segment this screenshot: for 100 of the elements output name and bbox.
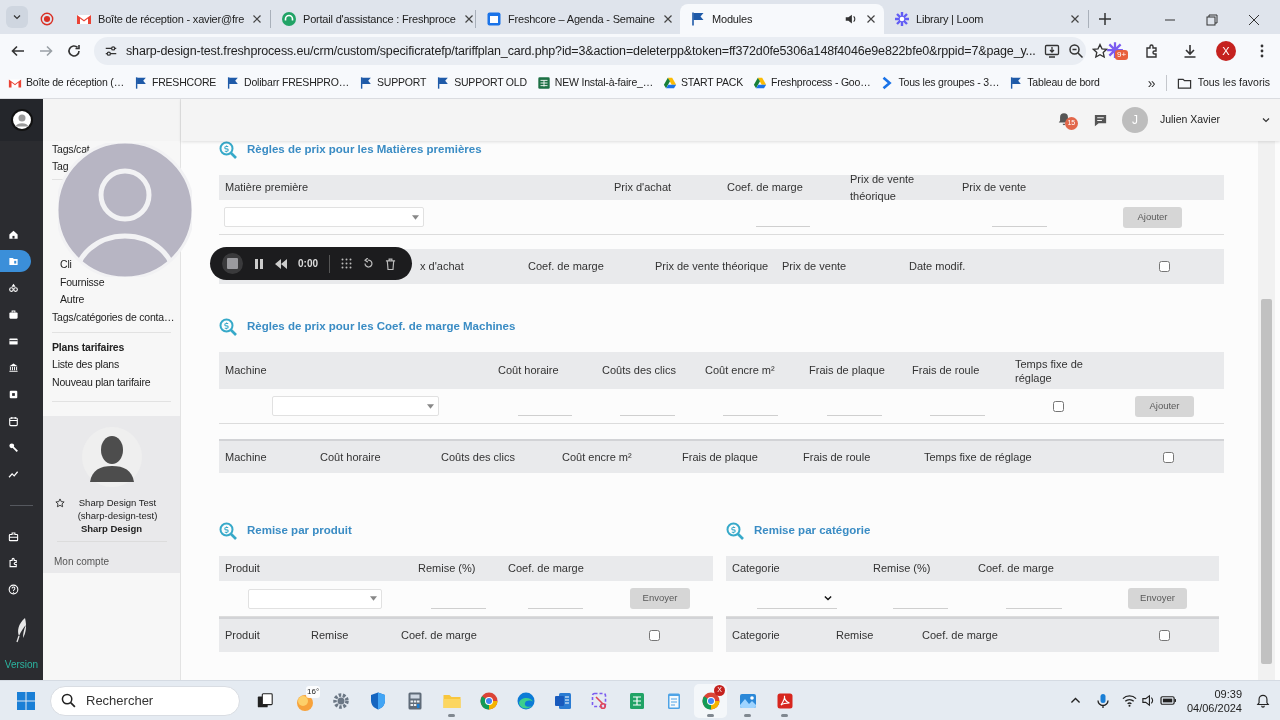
column-header: Coût horaire <box>320 449 382 465</box>
pause-icon[interactable] <box>254 258 264 269</box>
section-title: Remise par produit <box>247 523 352 539</box>
toolbox-icon <box>8 530 19 542</box>
puzzle-icon[interactable] <box>1144 43 1160 59</box>
column-header: Frais de roule <box>912 363 981 379</box>
clock-date[interactable]: 04/06/2024 <box>1186 700 1242 715</box>
stop-button[interactable] <box>222 253 243 274</box>
bookmark[interactable]: SUPPORT <box>359 75 427 91</box>
column-header: Coûts des clics <box>602 363 677 379</box>
help-icon <box>8 584 19 596</box>
rail-folder-button[interactable] <box>0 250 31 273</box>
record-icon[interactable] <box>40 12 54 26</box>
new-tab-icon[interactable] <box>1097 11 1113 27</box>
chat-icon[interactable] <box>1092 112 1108 128</box>
close-icon[interactable] <box>1248 14 1260 26</box>
trash-icon[interactable] <box>385 257 396 270</box>
column-header: Coût horaire <box>498 363 560 379</box>
user-name[interactable]: Julien Xavier <box>1159 112 1220 128</box>
extension-icon[interactable] <box>1106 41 1124 59</box>
bookmark[interactable]: FRESHCORE <box>133 75 217 91</box>
menu-item[interactable]: Liste des plans <box>52 356 120 374</box>
loom-icon <box>894 11 910 27</box>
caret-icon <box>412 214 419 220</box>
reload-icon[interactable] <box>66 43 82 59</box>
browser-tab[interactable]: Portail d'assistance : Freshproce <box>271 4 475 34</box>
column-header: Coût encre m² <box>562 449 633 465</box>
caret-icon <box>427 403 434 409</box>
browser-tab[interactable]: Library | Loom <box>884 4 1088 34</box>
menu-item[interactable]: Autre <box>60 291 85 309</box>
volume-icon[interactable] <box>1140 693 1156 708</box>
chevron-down-icon <box>823 593 833 603</box>
bookmark[interactable]: Boîte de réception (… <box>8 75 124 91</box>
tab-search-button[interactable] <box>6 6 28 28</box>
menu-item[interactable]: Tag <box>52 158 69 175</box>
bookmark[interactable]: Tous les groupes - 3… <box>880 75 1000 91</box>
column-header: Remise <box>836 628 875 644</box>
battery-icon[interactable] <box>1159 693 1177 708</box>
column-header: Coût encre m² <box>705 363 776 379</box>
menu-item[interactable]: Nouveau plan tarifaire <box>52 373 151 391</box>
column-header: Produit <box>225 628 261 644</box>
notification-bell-icon[interactable] <box>1256 693 1270 708</box>
checkbox[interactable] <box>649 630 660 641</box>
column-header: Frais de roule <box>803 449 872 465</box>
version-label: Version <box>3 657 40 672</box>
star-icon[interactable] <box>1091 43 1108 59</box>
more-bookmarks-button[interactable]: » <box>1147 72 1156 94</box>
profile-button[interactable]: X <box>1216 41 1236 61</box>
menu-item[interactable]: Cli <box>60 256 72 274</box>
weather-widget[interactable]: 16° <box>294 687 320 714</box>
grid-dots-icon[interactable] <box>341 258 352 269</box>
all-bookmarks-button[interactable]: Tous les favoris <box>1176 75 1270 91</box>
restore-icon[interactable] <box>1206 14 1218 26</box>
bookmark[interactable]: Dolibarr FRESHPRO… <box>226 75 349 91</box>
scrollbar[interactable] <box>1258 141 1275 680</box>
bookmark[interactable]: SUPPORT OLD <box>436 75 527 91</box>
bookmark[interactable]: START PACK <box>662 75 743 91</box>
clock-time[interactable]: 09:39 <box>1214 686 1242 701</box>
menu-item[interactable]: Tags/catégories de conta… <box>52 308 175 326</box>
column-header: Temps fixe de réglage <box>1015 356 1084 385</box>
rewind-icon[interactable] <box>275 258 287 269</box>
calendar-icon <box>8 415 19 427</box>
microphone-icon[interactable] <box>1095 692 1110 709</box>
calendar-icon <box>486 11 502 27</box>
search-field[interactable]: Rechercher <box>50 685 240 716</box>
user-avatar-icon[interactable] <box>10 109 33 131</box>
bookmark[interactable]: Tableau de bord <box>1009 75 1100 91</box>
task-view-icon[interactable] <box>256 691 274 710</box>
zoom-icon[interactable] <box>1067 43 1084 59</box>
start-icon[interactable] <box>16 690 36 711</box>
checkbox[interactable] <box>1159 261 1170 272</box>
checkbox[interactable] <box>1163 451 1174 463</box>
menu-item[interactable]: Fournisse <box>60 273 105 291</box>
account-link[interactable]: Mon compte <box>54 554 110 569</box>
checkbox[interactable] <box>1053 400 1064 412</box>
browser-tab[interactable]: Modules <box>680 4 884 34</box>
extension-count: 9+ <box>1115 50 1129 60</box>
column-header: Coef. de marge <box>978 561 1055 577</box>
browser-tab[interactable]: Freshcore – Agenda - Semaine <box>476 4 680 34</box>
menu-item[interactable]: Tags/cat <box>52 141 90 158</box>
site-settings-icon[interactable] <box>104 44 118 58</box>
bookmark[interactable]: Freshprocess - Goo… <box>752 75 871 91</box>
column-header: Date modif. <box>909 259 967 275</box>
browser-tab[interactable]: Boîte de réception - xavier@fre <box>66 4 270 34</box>
section-title: Règles de prix pour les Coef. de marge Machines <box>247 319 516 335</box>
wifi-icon[interactable] <box>1121 693 1137 708</box>
bookmark[interactable]: NEW Instal-à-faire_… <box>536 75 653 91</box>
search-input[interactable]: Rechercher <box>86 690 206 711</box>
column-header: Machine <box>225 363 268 379</box>
chrome-icon <box>700 690 721 711</box>
download-icon[interactable] <box>1182 43 1198 59</box>
checkbox[interactable] <box>1159 630 1170 641</box>
back-icon[interactable] <box>10 43 26 59</box>
undo-icon[interactable] <box>363 258 374 269</box>
install-icon[interactable] <box>1043 43 1060 59</box>
search-dollar-icon <box>219 318 237 336</box>
speaker-icon[interactable] <box>844 12 858 26</box>
user-name: Sharp Design Test (sharp-design-test) <box>76 496 159 522</box>
star-icon[interactable] <box>55 498 65 508</box>
bank-icon <box>8 362 19 374</box>
